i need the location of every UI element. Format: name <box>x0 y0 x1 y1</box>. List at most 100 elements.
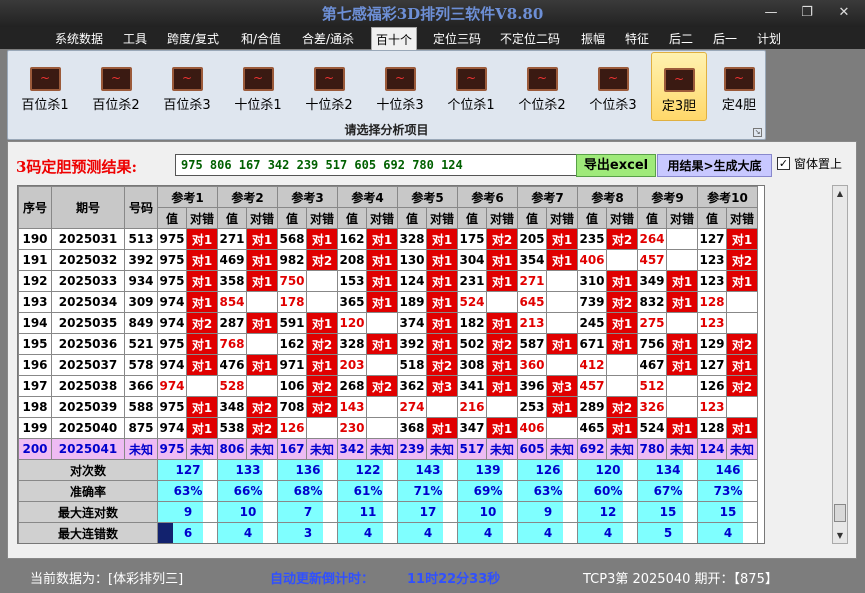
ribbon-button-5[interactable]: ~ 十位杀2 <box>301 52 357 121</box>
col-header-ref-1: 参考1 <box>157 186 218 208</box>
menu-item-6[interactable]: 百十个 <box>371 27 418 50</box>
menu-item-13[interactable]: 计划 <box>757 30 781 47</box>
ref-value-cell: 189 <box>397 291 427 313</box>
table-row[interactable]: 191 2025032 392 975 对1 469 对1 982 对2 208 对1 130 对1 30… <box>18 249 758 271</box>
col-header-ref-5: 参考5 <box>397 186 458 208</box>
stats-value: 10 <box>472 501 504 523</box>
menu-item-2[interactable]: 工具 <box>123 30 147 47</box>
ref-hit-cell <box>306 270 338 292</box>
ref-value-cell: 106 <box>277 375 307 397</box>
pred-hit-cell: 未知 <box>246 438 278 460</box>
close-icon[interactable]: ✕ <box>833 4 855 22</box>
ref-value-cell: 975 <box>157 249 187 271</box>
col-header-period: 期号 <box>51 186 125 229</box>
ribbon-button-1[interactable]: ~ 百位杀1 <box>17 52 73 121</box>
pred-value-cell: 780 <box>637 438 667 460</box>
table-row[interactable]: 194 2025035 849 974 对2 287 对1 591 对1 120 374 对1 182 对… <box>18 312 758 334</box>
ref-value-cell: 974 <box>157 354 187 376</box>
dialog-launcher-icon[interactable]: ↘ <box>753 128 762 137</box>
ref-hit-cell: 对1 <box>426 249 458 271</box>
ref-hit-cell: 对1 <box>246 354 278 376</box>
ref-hit-cell: 对1 <box>306 312 338 334</box>
ribbon-button-4[interactable]: ~ 十位杀1 <box>230 52 286 121</box>
results-grid[interactable]: 序号 期号 号码 参考1 参考2 参考3 参考4 参考5 参考6 参考7 参考8 参考9 参考10 值对错… <box>17 185 765 544</box>
restore-icon[interactable]: ❐ <box>796 4 818 22</box>
generate-base-button[interactable]: 用结果>生成大底 <box>657 154 772 177</box>
stats-row: 对次数 127 133 136 122 143 139 126 120 134 146 <box>18 459 758 481</box>
ref-value-cell: 230 <box>337 417 367 439</box>
table-row[interactable]: 195 2025036 521 975 对1 768 162 对2 328 对1 392 对1 502 对… <box>18 333 758 355</box>
stats-value: 4 <box>532 522 564 543</box>
stats-value: 17 <box>412 501 444 523</box>
ref-value-cell: 274 <box>397 396 427 418</box>
table-row[interactable]: 198 2025039 588 975 对1 348 对2 708 对2 143 274 216 253… <box>18 396 758 418</box>
ref-hit-cell: 对1 <box>426 291 458 313</box>
ref-hit-cell <box>486 396 518 418</box>
ref-hit-cell: 对2 <box>186 312 218 334</box>
ref-value-cell: 406 <box>577 249 607 271</box>
ref-value-cell: 975 <box>157 396 187 418</box>
ref-value-cell: 271 <box>217 228 247 250</box>
menu-item-10[interactable]: 特征 <box>625 30 649 47</box>
ribbon-button-2[interactable]: ~ 百位杀2 <box>88 52 144 121</box>
ref-value-cell: 123 <box>697 249 727 271</box>
scroll-thumb[interactable] <box>834 504 846 522</box>
table-row[interactable]: 196 2025037 578 974 对1 476 对1 971 对1 203 518 对2 308 对… <box>18 354 758 376</box>
row-number: 513 <box>124 228 158 250</box>
ribbon-button-6[interactable]: ~ 十位杀3 <box>372 52 428 121</box>
prediction-result-field[interactable]: 975 806 167 342 239 517 605 692 780 124 <box>175 154 580 176</box>
menu-item-8[interactable]: 不定位二码 <box>500 30 560 47</box>
ribbon-button-7[interactable]: ~ 个位杀1 <box>443 52 499 121</box>
stats-row: 准确率 63% 66% 68% 61% 71% 69% 63% 60% 67% 73% <box>18 480 758 502</box>
stats-value: 9 <box>172 501 204 523</box>
menu-item-5[interactable]: 合差/通杀 <box>302 30 354 47</box>
table-row[interactable]: 199 2025040 875 974 对1 538 对2 126 230 368 对1 347 对1 4… <box>18 417 758 439</box>
scroll-down-icon[interactable]: ▼ <box>833 528 847 543</box>
topmost-checkbox[interactable]: ✓ <box>777 157 790 170</box>
menu-item-12[interactable]: 后一 <box>713 30 737 47</box>
vertical-scrollbar[interactable]: ▲ ▼ <box>832 185 848 544</box>
stats-value: 68% <box>292 480 324 502</box>
ref-value-cell: 368 <box>397 417 427 439</box>
menu-item-7[interactable]: 定位三码 <box>433 30 481 47</box>
pred-hit-cell: 未知 <box>186 438 218 460</box>
export-excel-button[interactable]: 导出excel <box>576 154 656 177</box>
menu-item-3[interactable]: 跨度/复式 <box>167 30 219 47</box>
ribbon-button-8[interactable]: ~ 个位杀2 <box>514 52 570 121</box>
table-row[interactable]: 192 2025033 934 975 对1 358 对1 750 153 对1 124 对1 231 对… <box>18 270 758 292</box>
pred-value-cell: 517 <box>457 438 487 460</box>
menu-item-1[interactable]: 系统数据 <box>55 30 103 47</box>
menu-item-9[interactable]: 振幅 <box>581 30 605 47</box>
table-row[interactable]: 197 2025038 366 974 528 106 对2 268 对2 362 对3 341 对1 3… <box>18 375 758 397</box>
ref-hit-cell: 对2 <box>246 417 278 439</box>
ribbon-button-9[interactable]: ~ 个位杀3 <box>585 52 641 121</box>
ref-hit-cell <box>546 417 578 439</box>
ribbon-button-3[interactable]: ~ 百位杀3 <box>159 52 215 121</box>
ref-hit-cell <box>546 354 578 376</box>
menu-item-11[interactable]: 后二 <box>669 30 693 47</box>
ribbon-button-10[interactable]: ~ 定3胆 <box>651 52 707 121</box>
status-bar: 当前数据为：[体彩排列三] 自动更新倒计时： 11时22分33秒 TCP3第 2… <box>0 560 865 593</box>
ref-value-cell: 982 <box>277 249 307 271</box>
ref-value-cell: 975 <box>157 333 187 355</box>
table-row[interactable]: 190 2025031 513 975 对1 271 对1 568 对1 162 对1 328 对1 17… <box>18 228 758 250</box>
stats-value: 15 <box>712 501 744 523</box>
minimize-icon[interactable]: — <box>760 4 782 22</box>
ribbon-button-label: 个位杀2 <box>518 98 566 113</box>
table-row[interactable]: 193 2025034 309 974 对1 854 178 365 对1 189 对1 524 645… <box>18 291 758 313</box>
stats-value: 139 <box>472 459 504 481</box>
scroll-up-icon[interactable]: ▲ <box>833 186 847 201</box>
menu-item-4[interactable]: 和/合值 <box>241 30 281 47</box>
ref-value-cell: 528 <box>217 375 247 397</box>
ref-value-cell: 162 <box>277 333 307 355</box>
stats-label: 最大连对数 <box>18 501 158 523</box>
ref-hit-cell: 对1 <box>666 291 698 313</box>
row-number: 578 <box>124 354 158 376</box>
ref-value-cell: 326 <box>637 396 667 418</box>
ref-value-cell: 213 <box>517 312 547 334</box>
chart-icon: ~ <box>171 67 203 91</box>
col-header-value: 值 <box>637 207 667 229</box>
ref-hit-cell: 对2 <box>486 333 518 355</box>
ribbon-button-11[interactable]: ~ 定4胆 <box>711 52 767 121</box>
prediction-row[interactable]: 200 2025041 未知 975 未知 806 未知 167 未知 342 未知 239 未知 517… <box>18 438 758 460</box>
